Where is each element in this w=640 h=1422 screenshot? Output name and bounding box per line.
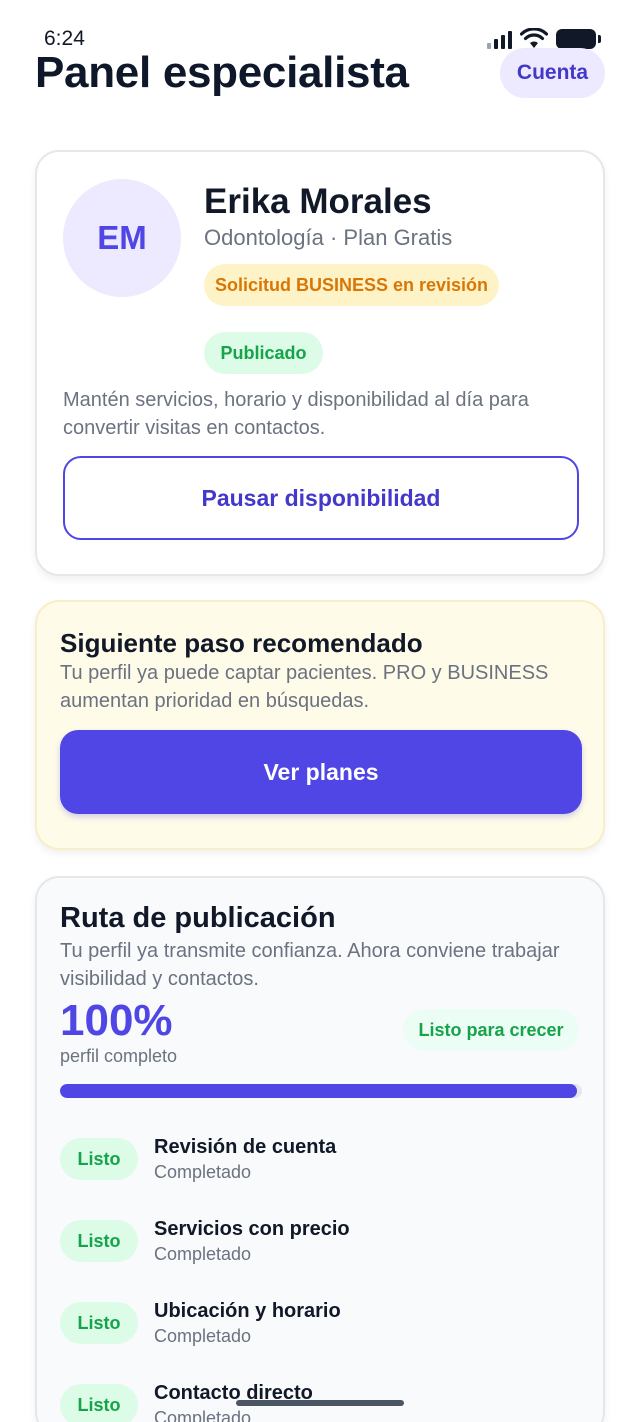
ready-badge: Listo para crecer [403, 1009, 579, 1051]
step-status: Completado [154, 1244, 252, 1264]
completion-label: perfil completo [60, 1046, 178, 1066]
step-status: Completado [154, 1326, 252, 1346]
step-badge: Listo [60, 1384, 138, 1422]
completion-percent: 100% [60, 996, 173, 1045]
step-status: Completado [154, 1408, 252, 1422]
progress-fill [60, 1084, 577, 1098]
step-item: Listo Revisión de cuenta Completado [60, 1126, 582, 1208]
profile-card: EM Erika Morales Odontología · Plan Grat… [35, 150, 605, 576]
view-plans-button[interactable]: Ver planes [60, 730, 582, 814]
publication-route-card: Ruta de publicación Tu perfil ya transmi… [35, 876, 605, 1422]
next-step-title: Siguiente paso recomendado [60, 628, 423, 658]
specialty-plan: Odontología · Plan Gratis [204, 225, 453, 250]
step-item: Listo Servicios con precio Completado [60, 1208, 582, 1290]
pause-availability-button[interactable]: Pausar disponibilidad [63, 456, 579, 540]
step-item: Listo Contacto directo Completado [60, 1372, 582, 1422]
step-status: Completado [154, 1162, 252, 1182]
home-indicator[interactable] [236, 1400, 404, 1406]
next-step-card: Siguiente paso recomendado Tu perfil ya … [35, 600, 605, 850]
step-title: Ubicación y horario [154, 1300, 341, 1322]
profile-description: Mantén servicios, horario y disponibilid… [63, 389, 529, 439]
step-item: Listo Ubicación y horario Completado [60, 1290, 582, 1372]
page-title: Panel especialista [35, 48, 409, 97]
step-title: Revisión de cuenta [154, 1136, 337, 1158]
step-badge: Listo [60, 1220, 138, 1262]
specialist-name: Erika Morales [204, 182, 432, 221]
account-button[interactable]: Cuenta [500, 48, 605, 98]
progress-bar [60, 1084, 582, 1098]
header: Panel especialista Cuenta [0, 44, 640, 104]
avatar: EM [63, 179, 181, 297]
route-description: Tu perfil ya transmite confianza. Ahora … [60, 940, 560, 990]
step-badge: Listo [60, 1138, 138, 1180]
next-step-description: Tu perfil ya puede captar pacientes. PRO… [60, 662, 549, 712]
published-badge: Publicado [204, 332, 323, 374]
step-badge: Listo [60, 1302, 138, 1344]
steps-list: Listo Revisión de cuenta Completado List… [60, 1126, 582, 1422]
route-title: Ruta de publicación [60, 902, 336, 934]
request-status-badge: Solicitud BUSINESS en revisión [204, 264, 499, 306]
step-title: Servicios con precio [154, 1218, 350, 1240]
